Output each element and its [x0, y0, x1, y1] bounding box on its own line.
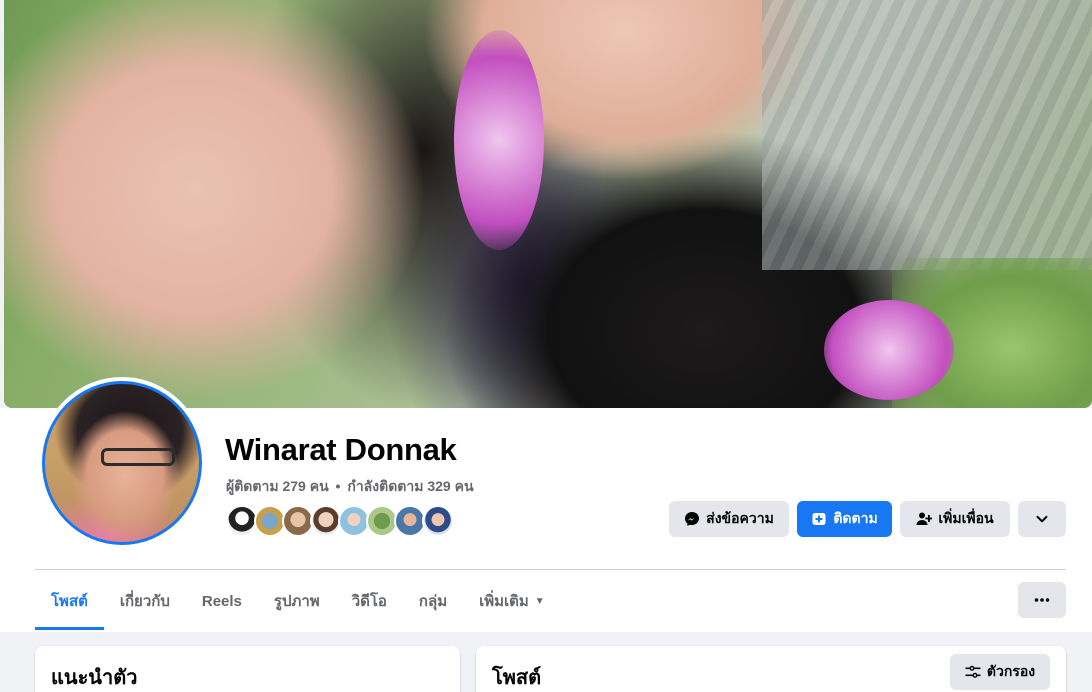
follow-icon — [811, 511, 827, 527]
mutual-friends-avatars — [226, 505, 454, 537]
tab-posts[interactable]: โพสต์ — [35, 572, 104, 630]
caret-down-icon: ▼ — [534, 595, 545, 607]
intro-card: แนะนำตัว — [35, 646, 460, 692]
intro-title: แนะนำตัว — [51, 667, 138, 689]
stats-separator: • — [335, 478, 341, 494]
tab-label: เกี่ยวกับ — [119, 593, 170, 610]
filter-icon — [965, 665, 981, 679]
add-friend-icon — [916, 511, 933, 527]
tab-more[interactable]: เพิ่มเติม ▼ — [463, 572, 561, 630]
follow-button-label: ติดตาม — [833, 510, 878, 526]
cover-roof-decor — [762, 0, 1092, 270]
posts-card: โพสต์ ตัวกรอง — [476, 646, 1066, 692]
profile-name: Winarat Donnak — [225, 432, 457, 467]
tabs-more-button[interactable] — [1018, 582, 1066, 618]
friend-avatar[interactable] — [422, 505, 454, 537]
following-count[interactable]: กำลังติดตาม 329 คน — [347, 478, 473, 494]
avatar-glasses-decor — [101, 448, 175, 466]
tab-reels[interactable]: Reels — [186, 572, 258, 630]
profile-avatar — [42, 381, 202, 545]
tab-label: กลุ่ม — [418, 593, 448, 610]
tab-label: รูปภาพ — [273, 593, 320, 610]
follow-button[interactable]: ติดตาม — [797, 501, 892, 537]
follow-stats: ผู้ติดตาม 279 คน • กำลังติดตาม 329 คน — [226, 476, 474, 498]
tab-photos[interactable]: รูปภาพ — [258, 572, 336, 630]
cover-flower-decor — [824, 300, 954, 400]
tab-videos[interactable]: วิดีโอ — [336, 572, 403, 630]
add-friend-button-label: เพิ่มเพื่อน — [938, 510, 994, 526]
tab-label: โพสต์ — [51, 593, 88, 610]
cover-flower-decor — [454, 30, 544, 250]
filter-button-label: ตัวกรอง — [986, 663, 1036, 679]
tab-groups[interactable]: กลุ่ม — [403, 572, 463, 630]
message-button-label: ส่งข้อความ — [706, 510, 774, 526]
posts-title: โพสต์ — [492, 667, 542, 689]
profile-picture[interactable] — [38, 377, 206, 549]
message-button[interactable]: ส่งข้อความ — [669, 501, 789, 537]
messenger-icon — [684, 511, 700, 527]
tab-label: เพิ่มเติม — [479, 593, 529, 610]
cover-photo[interactable] — [4, 0, 1092, 408]
add-friend-button[interactable]: เพิ่มเพื่อน — [900, 501, 1010, 537]
followers-count[interactable]: ผู้ติดตาม 279 คน — [226, 478, 329, 494]
more-options-button[interactable] — [1018, 501, 1066, 537]
profile-tabs: โพสต์ เกี่ยวกับ Reels รูปภาพ วิดีโอ กลุ่… — [35, 572, 561, 630]
filter-button[interactable]: ตัวกรอง — [950, 654, 1050, 690]
header-divider — [35, 569, 1066, 570]
tab-label: วิดีโอ — [351, 593, 387, 610]
chevron-down-icon — [1035, 512, 1049, 526]
ellipsis-icon — [1034, 598, 1050, 602]
tab-about[interactable]: เกี่ยวกับ — [104, 572, 186, 630]
tab-label: Reels — [201, 592, 242, 610]
